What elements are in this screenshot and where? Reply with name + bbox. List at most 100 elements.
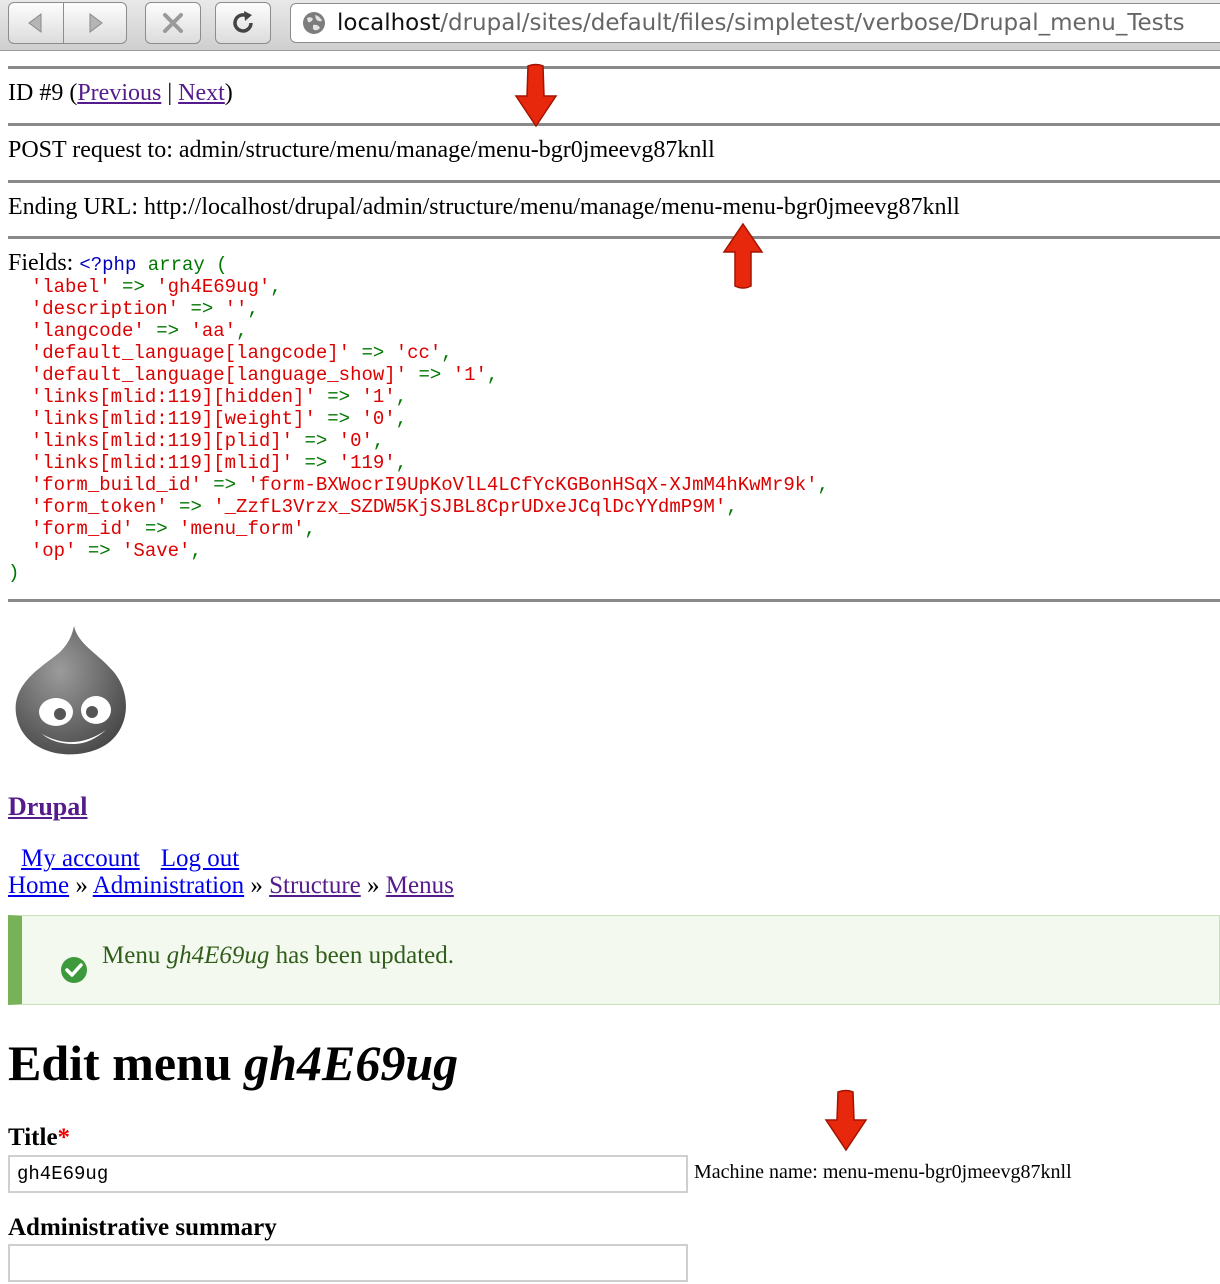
- field-value: '': [224, 298, 248, 320]
- post-request-line: POST request to: admin/structure/menu/ma…: [8, 137, 715, 163]
- arrow-operator: =>: [144, 320, 191, 342]
- status-text-before: Menu: [102, 942, 167, 969]
- my-account-link[interactable]: My account: [21, 845, 140, 872]
- breadcrumb-structure[interactable]: Structure: [269, 872, 361, 899]
- field-value: 'cc': [395, 342, 442, 364]
- field-line: 'default_language[langcode]' => 'cc',: [8, 342, 829, 364]
- reload-button[interactable]: [215, 2, 271, 44]
- field-line: 'label' => 'gh4E69ug',: [8, 276, 829, 298]
- horizontal-rule: [8, 599, 1220, 602]
- forward-arrow-icon: [89, 13, 103, 33]
- address-bar[interactable]: localhost/drupal/sites/default/files/sim…: [290, 3, 1220, 43]
- arrow-operator: =>: [110, 276, 157, 298]
- comma: ,: [270, 276, 282, 298]
- globe-icon: [303, 12, 325, 34]
- machine-name: Machine name: menu-menu-bgr0jmeevg87knll: [694, 1161, 1072, 1183]
- horizontal-rule: [8, 66, 1220, 69]
- field-value: 'gh4E69ug': [156, 276, 271, 298]
- field-value: '0': [338, 430, 373, 452]
- field-key: 'form_token': [30, 496, 168, 518]
- field-value: '1': [452, 364, 487, 386]
- status-menu-name: gh4E69ug: [166, 942, 270, 969]
- arrow-operator: =>: [167, 496, 214, 518]
- breadcrumb-separator: »: [244, 872, 270, 899]
- page-title: Edit menu gh4E69ug: [8, 1034, 458, 1092]
- browser-toolbar: localhost/drupal/sites/default/files/sim…: [0, 0, 1220, 51]
- arrow-operator: =>: [201, 474, 248, 496]
- drupal-drop-logo-icon: [15, 626, 126, 755]
- next-link[interactable]: Next: [178, 80, 225, 106]
- arrow-operator: =>: [407, 364, 453, 386]
- arrow-operator: =>: [315, 386, 362, 408]
- field-key: 'langcode': [30, 320, 145, 342]
- url-path: /drupal/sites/default/files/simpletest/v…: [440, 10, 1185, 36]
- arrow-operator: =>: [350, 342, 396, 364]
- comma: ,: [486, 364, 499, 386]
- comma: ,: [190, 540, 202, 562]
- field-line: 'form_token' => '_ZzfL3Vrzx_SZDW5KjSJBL8…: [8, 496, 829, 518]
- field-line: 'form_id' => 'menu_form',: [8, 518, 829, 540]
- field-line: 'links[mlid:119][plid]' => '0',: [8, 430, 829, 452]
- field-key: 'links[mlid:119][mlid]': [30, 452, 294, 474]
- field-line: 'links[mlid:119][weight]' => '0',: [8, 408, 829, 430]
- horizontal-rule: [8, 236, 1220, 239]
- field-key: 'label': [30, 276, 111, 298]
- field-line: 'description' => '',: [8, 298, 829, 320]
- message-id: ID #9 (: [8, 80, 78, 106]
- fields-dump: Fields: <?php array ( 'label' => 'gh4E69…: [8, 251, 829, 584]
- stop-button[interactable]: [145, 2, 201, 44]
- status-text-after: has been updated.: [269, 942, 455, 969]
- title-label: Title*: [8, 1124, 70, 1152]
- breadcrumb-administration[interactable]: Administration: [93, 872, 244, 899]
- breadcrumb-separator: »: [69, 872, 93, 899]
- horizontal-rule: [8, 123, 1220, 126]
- field-value: '1': [361, 386, 396, 408]
- field-key: 'links[mlid:119][plid]': [30, 430, 294, 452]
- horizontal-rule: [8, 180, 1220, 183]
- breadcrumb-menus[interactable]: Menus: [386, 872, 454, 899]
- field-key: 'description': [30, 298, 180, 320]
- drupal-logo[interactable]: [12, 622, 132, 763]
- field-line: 'op' => 'Save',: [8, 540, 829, 562]
- field-key: 'links[mlid:119][hidden]': [30, 386, 316, 408]
- arrow-operator: =>: [315, 408, 362, 430]
- site-name: Drupal: [8, 792, 87, 822]
- breadcrumb: Home » Administration » Structure » Menu…: [8, 872, 454, 900]
- fields-array: 'label' => 'gh4E69ug', 'description' => …: [8, 276, 829, 584]
- forward-button[interactable]: [64, 2, 127, 44]
- field-line: 'links[mlid:119][hidden]' => '1',: [8, 386, 829, 408]
- previous-link[interactable]: Previous: [77, 80, 161, 106]
- field-line: 'langcode' => 'aa',: [8, 320, 829, 342]
- field-key: 'form_build_id': [30, 474, 202, 496]
- summary-label: Administrative summary: [8, 1214, 277, 1241]
- comma: ,: [395, 452, 408, 474]
- field-value: 'form-BXWocrI9UpKoVlL4LCfYcKGBonHSqX-XJm…: [247, 474, 818, 496]
- comma: ,: [304, 518, 316, 540]
- back-arrow-icon: [28, 13, 42, 33]
- arrow-operator: =>: [293, 452, 339, 474]
- title-label-text: Title: [8, 1124, 58, 1151]
- breadcrumb-home[interactable]: Home: [8, 872, 69, 899]
- field-line: 'links[mlid:119][mlid]' => '119',: [8, 452, 829, 474]
- annotation-arrow-up-icon: [722, 222, 764, 289]
- breadcrumb-separator: »: [360, 872, 386, 899]
- arrow-operator: =>: [179, 298, 225, 320]
- comma: ,: [441, 342, 453, 364]
- field-key: 'default_language[langcode]': [30, 342, 351, 364]
- administrative-summary-input[interactable]: [8, 1244, 688, 1282]
- arrow-operator: =>: [133, 518, 180, 540]
- required-marker: *: [57, 1124, 71, 1151]
- page-title-menu-name: gh4E69ug: [244, 1035, 459, 1091]
- comma: ,: [817, 474, 829, 496]
- user-menu: My account Log out: [21, 845, 260, 873]
- back-button[interactable]: [8, 2, 64, 44]
- comma: ,: [395, 386, 408, 408]
- title-input[interactable]: [8, 1155, 688, 1193]
- site-name-link[interactable]: Drupal: [8, 792, 87, 821]
- comma: ,: [395, 408, 408, 430]
- log-out-link[interactable]: Log out: [161, 845, 239, 872]
- field-value: 'menu_form': [179, 518, 305, 540]
- array-keyword: array (: [147, 254, 228, 276]
- field-value: 'Save': [122, 540, 191, 562]
- field-line: 'default_language[language_show]' => '1'…: [8, 364, 829, 386]
